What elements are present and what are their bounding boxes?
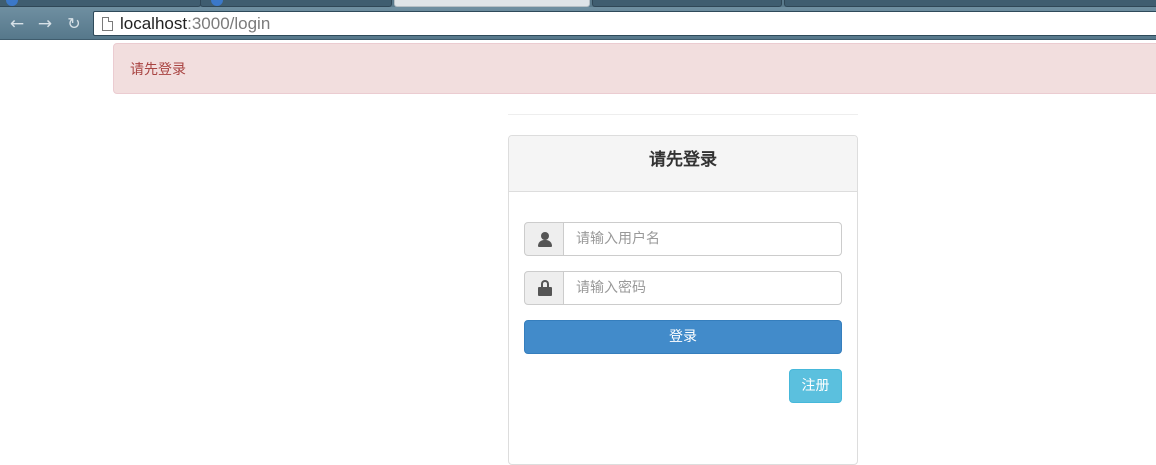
browser-tab[interactable] (784, 0, 1156, 7)
password-addon (524, 271, 564, 305)
register-button[interactable]: 注册 (789, 369, 842, 403)
panel-title: 请先登录 (649, 150, 717, 170)
password-input[interactable] (563, 271, 842, 305)
browser-tab-active[interactable] (394, 0, 590, 7)
alert-message: 请先登录 (130, 62, 186, 78)
username-addon (524, 222, 564, 256)
url-host: localhost (120, 14, 188, 33)
password-input-group (524, 271, 842, 305)
user-icon (538, 232, 552, 247)
url-text: localhost:3000/login (120, 14, 270, 34)
login-button[interactable]: 登录 (524, 320, 842, 354)
address-bar[interactable]: localhost:3000/login (93, 11, 1156, 36)
browser-tab[interactable] (0, 0, 201, 7)
tab-favicon-icon (6, 0, 18, 6)
tab-favicon-icon (211, 0, 223, 6)
browser-toolbar: ← → ↻ localhost:3000/login (0, 7, 1156, 40)
login-panel: 请先登录 登录 注册 (508, 135, 858, 465)
forward-arrow-icon[interactable]: → (36, 15, 54, 33)
login-required-alert: 请先登录 (113, 43, 1156, 94)
url-path: :3000/login (187, 14, 271, 33)
divider (508, 114, 858, 115)
username-input-group (524, 222, 842, 256)
panel-heading: 请先登录 (509, 136, 857, 192)
browser-tab[interactable] (592, 0, 782, 7)
browser-tab-strip (0, 0, 1156, 7)
back-arrow-icon[interactable]: ← (8, 15, 26, 33)
lock-icon (538, 280, 552, 296)
username-input[interactable] (563, 222, 842, 256)
browser-tab[interactable] (200, 0, 392, 7)
reload-icon[interactable]: ↻ (65, 15, 83, 33)
page-icon (102, 17, 113, 31)
